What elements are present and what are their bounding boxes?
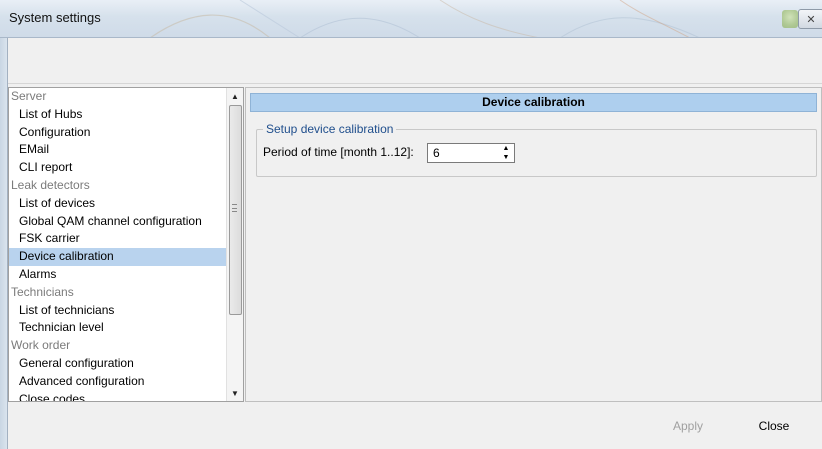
window-client-area: Server List of Hubs Configuration EMail CLI … [8,38,822,449]
window-close-button[interactable]: ✕ [798,9,822,29]
nav-item-list-of-devices[interactable]: List of devices [9,195,228,213]
nav-list: Server List of Hubs Configuration EMail CLI … [9,88,228,401]
settings-navigation-tree: Server List of Hubs Configuration EMail CLI … [8,87,244,402]
nav-item-technician-level[interactable]: Technician level [9,319,228,337]
period-input[interactable] [428,144,498,162]
scroll-up-arrow-icon[interactable]: ▲ [227,88,243,104]
groupbox-title: Setup device calibration [263,122,397,136]
spin-down-icon[interactable]: ▼ [498,153,514,162]
period-spinbox[interactable]: ▲ ▼ [427,143,515,163]
nav-item-advanced-configuration[interactable]: Advanced configuration [9,373,228,391]
dialog-button-bar: Apply Close [8,402,822,449]
nav-item-list-of-hubs[interactable]: List of Hubs [9,106,228,124]
spin-up-icon[interactable]: ▲ [498,144,514,153]
titlebar-background-art [150,0,699,37]
nav-item-global-qam-channel-configuration[interactable]: Global QAM channel configuration [9,213,228,231]
nav-item-alarms[interactable]: Alarms [9,266,228,284]
scroll-grip-icon [232,204,237,212]
nav-group-work-order: Work order [11,338,71,353]
nav-item-configuration[interactable]: Configuration [9,124,228,142]
period-label: Period of time [month 1..12]: [263,145,414,159]
nav-item-cli-report[interactable]: CLI report [9,159,228,177]
close-button[interactable]: Close [744,419,804,437]
nav-item-device-calibration[interactable]: Device calibration [9,248,228,266]
nav-item-general-configuration[interactable]: General configuration [9,355,228,373]
nav-item-list-of-technicians[interactable]: List of technicians [9,302,228,320]
nav-group-leak-detectors: Leak detectors [11,177,90,192]
nav-vertical-scrollbar[interactable]: ▲ ▼ [226,88,243,401]
window-title: System settings [9,10,101,25]
window-titlebar: System settings ✕ [0,0,822,38]
calibration-groupbox: Setup device calibration Period of time … [256,122,817,177]
nav-group-technicians: Technicians [11,284,74,299]
toolbar-area [8,38,822,84]
nav-item-fsk-carrier[interactable]: FSK carrier [9,230,228,248]
settings-content-panel: Device calibration Setup device calibrat… [245,87,822,402]
close-icon: ✕ [806,13,816,26]
apply-button[interactable]: Apply [658,419,718,437]
titlebar-decoration [782,10,798,28]
nav-group-server: Server [11,89,47,103]
nav-item-close-codes[interactable]: Close codes [9,391,228,401]
nav-item-email[interactable]: EMail [9,141,228,159]
section-header: Device calibration [250,93,817,112]
scroll-down-arrow-icon[interactable]: ▼ [227,385,243,401]
spin-buttons: ▲ ▼ [498,144,514,162]
window-frame-left [0,38,8,449]
